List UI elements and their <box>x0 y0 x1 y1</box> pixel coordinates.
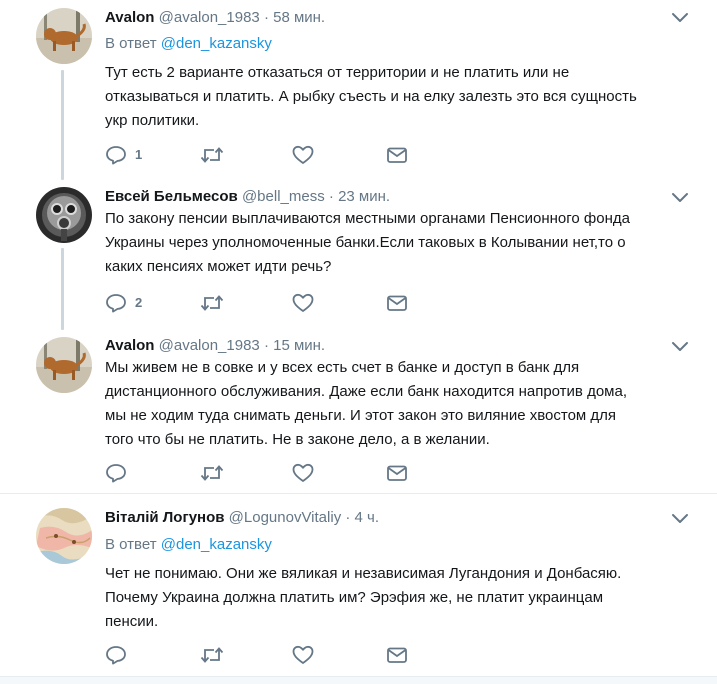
reply-context: В ответ @den_kazansky <box>105 34 272 54</box>
tweet-text-line: Чет не понимаю. Они же вяликая и независ… <box>105 565 622 582</box>
retweet-icon <box>200 295 224 311</box>
user-handle[interactable]: @LogunovVitaliy <box>229 509 342 526</box>
reply-count: 2 <box>135 295 143 310</box>
tweet-text: Мы живем не в совке и у всех есть счет в… <box>105 356 685 452</box>
reply-button[interactable]: 2 <box>105 293 165 313</box>
dog-photo-avatar-image <box>36 8 92 64</box>
user-handle[interactable]: @bell_mess <box>242 188 325 205</box>
tweet-text: Тут есть 2 варианте отказаться от террит… <box>105 61 685 133</box>
user-name[interactable]: Віталій Логунов <box>105 509 225 526</box>
timestamp[interactable]: 23 мин. <box>338 188 390 205</box>
reply-count: 1 <box>135 147 143 162</box>
timestamp[interactable]: 15 мин. <box>273 337 325 354</box>
retweet-button[interactable] <box>200 145 224 165</box>
tweet-text: По закону пенсии выплачиваются местными … <box>105 207 685 279</box>
user-name[interactable]: Avalon <box>105 9 154 26</box>
reply-mention-link[interactable]: @den_kazansky <box>161 35 272 52</box>
tweet-header: Евсей Бельмесов @bell_mess · 23 мин. <box>105 187 390 207</box>
retweet-button[interactable] <box>200 463 224 483</box>
heart-icon <box>292 463 314 482</box>
tweet-text-line: Украины через уполномоченные банки.Если … <box>105 234 626 251</box>
tweet-actions <box>105 463 425 483</box>
tweet[interactable]: Евсей Бельмесов @bell_mess · 23 мин. По … <box>0 180 717 330</box>
reply-button[interactable] <box>105 645 165 665</box>
tweet-text-line: Почему Украина должна платить им? Эрэфия… <box>105 589 604 606</box>
chevron-down-icon[interactable] <box>671 341 689 353</box>
avatar[interactable] <box>36 337 92 393</box>
tweet-text-line: Тут есть 2 варианте отказаться от террит… <box>105 64 570 81</box>
gas-mask-avatar-image <box>36 187 92 243</box>
chevron-down-icon[interactable] <box>671 513 689 525</box>
chevron-down-icon[interactable] <box>671 12 689 24</box>
direct-message-button[interactable] <box>386 645 408 665</box>
heart-icon <box>292 145 314 164</box>
tweet-text-line: мы не ходим туда снимать деньги. И этот … <box>105 407 617 424</box>
tweet-text-line: По закону пенсии выплачиваются местными … <box>105 210 630 227</box>
tweet-header: Avalon @avalon_1983 · 58 мин. <box>105 8 325 28</box>
retweet-icon <box>200 465 224 481</box>
like-button[interactable] <box>292 293 314 313</box>
timestamp[interactable]: 4 ч. <box>355 509 380 526</box>
tweet-actions: 2 <box>105 293 425 313</box>
chevron-down-icon[interactable] <box>671 192 689 204</box>
avatar[interactable] <box>36 187 92 243</box>
envelope-icon <box>387 465 407 481</box>
reply-prefix: В ответ <box>105 35 157 52</box>
tweet-text-line: того что бы не платить. Не в законе дело… <box>105 431 490 448</box>
tweet[interactable]: Avalon @avalon_1983 · 58 мин. В ответ @d… <box>0 0 717 180</box>
envelope-icon <box>387 647 407 663</box>
direct-message-button[interactable] <box>386 463 408 483</box>
reply-context: В ответ @den_kazansky <box>105 535 272 555</box>
tweet-header: Avalon @avalon_1983 · 15 мин. <box>105 336 325 356</box>
direct-message-button[interactable] <box>386 145 408 165</box>
tweet[interactable]: Avalon @avalon_1983 · 15 мин. Мы живем н… <box>0 330 717 490</box>
tweet[interactable]: Віталій Логунов @LogunovVitaliy · 4 ч. В… <box>0 494 717 676</box>
timestamp[interactable]: 58 мин. <box>273 9 325 26</box>
reply-icon <box>106 464 126 483</box>
reply-icon <box>106 646 126 665</box>
direct-message-button[interactable] <box>386 293 408 313</box>
user-handle[interactable]: @avalon_1983 <box>159 9 260 26</box>
user-name[interactable]: Avalon <box>105 337 154 354</box>
tweet-actions: 1 <box>105 145 425 165</box>
like-button[interactable] <box>292 645 314 665</box>
tweet-text-line: отказываться и платить. А рыбку съесть и… <box>105 88 637 105</box>
retweet-button[interactable] <box>200 645 224 665</box>
separator: · <box>345 509 351 526</box>
avatar[interactable] <box>36 8 92 64</box>
reply-mention-link[interactable]: @den_kazansky <box>161 536 272 553</box>
heart-icon <box>292 645 314 664</box>
retweet-icon <box>200 147 224 163</box>
envelope-icon <box>387 295 407 311</box>
tweet-actions <box>105 645 425 665</box>
separator: · <box>328 188 334 205</box>
user-name[interactable]: Евсей Бельмесов <box>105 188 238 205</box>
separator: · <box>263 9 269 26</box>
tweet-text-line: Мы живем не в совке и у всех есть счет в… <box>105 359 580 376</box>
reply-button[interactable] <box>105 463 165 483</box>
tweet-text-line: дистанционного обслуживания. Даже если б… <box>105 383 627 400</box>
tweet-text: Чет не понимаю. Они же вяликая и независ… <box>105 562 685 634</box>
like-button[interactable] <box>292 463 314 483</box>
retweet-button[interactable] <box>200 293 224 313</box>
map-avatar-image <box>36 508 92 564</box>
tweet-text-line: каких пенсиях может идти речь? <box>105 258 332 275</box>
reply-button[interactable]: 1 <box>105 145 165 165</box>
tweet-text-line: пенсии. <box>105 613 159 630</box>
like-button[interactable] <box>292 145 314 165</box>
heart-icon <box>292 293 314 312</box>
avatar[interactable] <box>36 508 92 564</box>
retweet-icon <box>200 647 224 663</box>
reply-icon <box>106 294 126 313</box>
reply-icon <box>106 146 126 165</box>
dog-photo-avatar-image <box>36 337 92 393</box>
user-handle[interactable]: @avalon_1983 <box>159 337 260 354</box>
tweet-header: Віталій Логунов @LogunovVitaliy · 4 ч. <box>105 508 379 528</box>
separator: · <box>263 337 269 354</box>
reply-prefix: В ответ <box>105 536 157 553</box>
envelope-icon <box>387 147 407 163</box>
tweet-text-line: укр политики. <box>105 112 200 129</box>
